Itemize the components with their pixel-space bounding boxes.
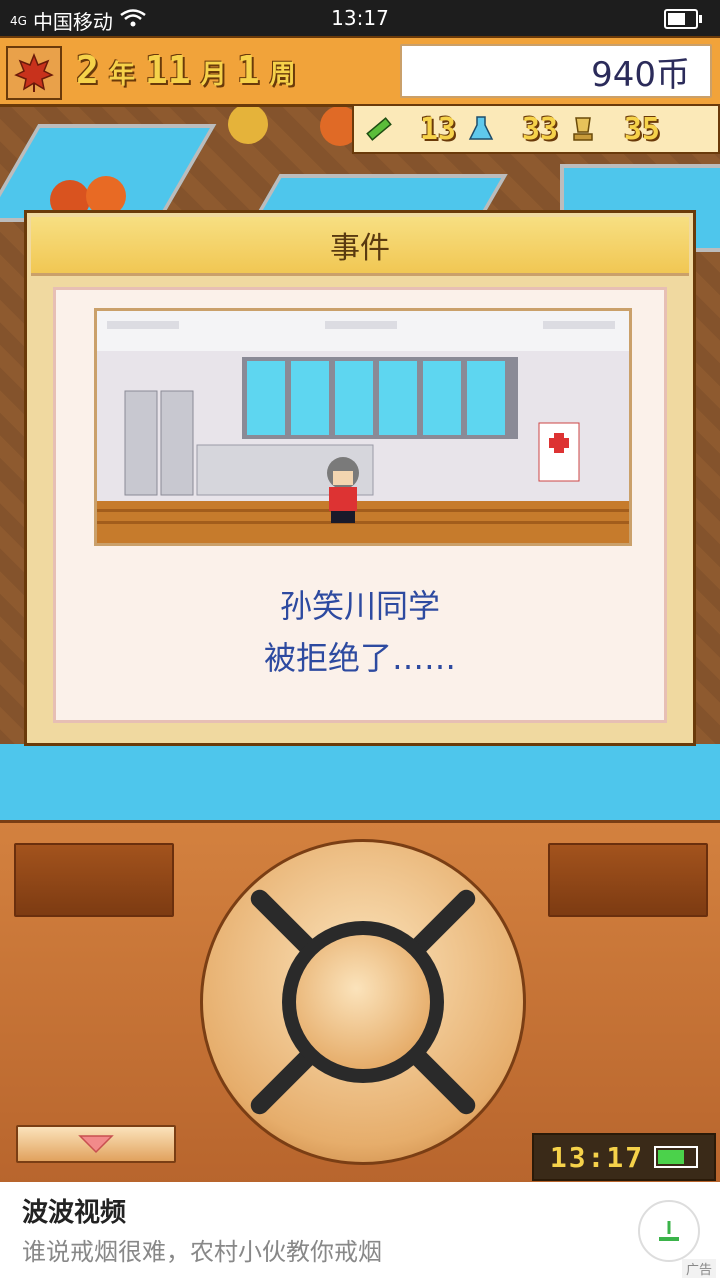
center-button[interactable] bbox=[296, 935, 430, 1069]
stat-study: 13 bbox=[364, 112, 456, 147]
collapse-button[interactable] bbox=[16, 1125, 176, 1163]
event-message-line: 孙笑川同学 bbox=[279, 587, 440, 625]
ad-download-button[interactable] bbox=[638, 1200, 700, 1262]
event-message: 孙笑川同学 被拒绝了…… bbox=[56, 580, 664, 684]
event-dialog[interactable]: 事件 孙笑川同学 被拒绝了…… bbox=[24, 210, 696, 746]
stat-ranking: 35 bbox=[568, 112, 660, 147]
water-edge bbox=[0, 744, 720, 820]
device-clock: 13:17 bbox=[532, 1133, 716, 1181]
download-icon bbox=[659, 1221, 679, 1241]
tree-icon bbox=[228, 104, 268, 144]
flask-icon bbox=[466, 114, 496, 144]
down-arrow-icon bbox=[78, 1135, 114, 1154]
status-time: 13:17 bbox=[331, 6, 389, 30]
stat-value: 35 bbox=[623, 111, 660, 147]
week-unit: 周 bbox=[269, 60, 296, 90]
game-date: 2 年 11 月 1 周 bbox=[76, 48, 296, 92]
event-message-line: 被拒绝了…… bbox=[263, 639, 456, 677]
pencil-icon bbox=[364, 114, 394, 144]
top-bar: 2 年 11 月 1 周 940币 bbox=[0, 36, 720, 107]
clock-time: 13:17 bbox=[549, 1140, 645, 1174]
dialog-title: 事件 bbox=[31, 217, 689, 276]
dialog-panel: 孙笑川同学 被拒绝了…… bbox=[53, 287, 667, 723]
stat-value: 13 bbox=[419, 111, 456, 147]
season-leaf-icon bbox=[6, 46, 62, 100]
year-value: 2 bbox=[76, 48, 99, 92]
stats-bar: 13 33 35 bbox=[352, 104, 720, 154]
stat-value: 33 bbox=[521, 111, 558, 147]
ad-banner[interactable]: 波波视频 谁说戒烟很难，农村小伙教你戒烟 广告 bbox=[0, 1182, 720, 1280]
month-unit: 月 bbox=[200, 60, 227, 90]
ad-title: 波波视频 bbox=[22, 1198, 127, 1228]
stat-science: 33 bbox=[466, 112, 558, 147]
week-value: 1 bbox=[236, 48, 260, 92]
money-display: 940币 bbox=[400, 44, 712, 98]
control-wheel[interactable] bbox=[200, 839, 526, 1165]
controller-panel: 13:17 bbox=[0, 820, 720, 1185]
month-value: 11 bbox=[144, 48, 191, 92]
battery-icon bbox=[654, 1146, 699, 1168]
right-slot-button[interactable] bbox=[548, 843, 708, 917]
year-unit: 年 bbox=[108, 60, 135, 90]
left-slot-button[interactable] bbox=[14, 843, 174, 917]
status-bar: 4G 中国移动 13:17 bbox=[0, 0, 720, 36]
battery-icon bbox=[664, 9, 702, 29]
trophy-icon bbox=[568, 114, 598, 144]
ad-tag: 广告 bbox=[681, 1259, 716, 1278]
ad-description: 谁说戒烟很难，农村小伙教你戒烟 bbox=[22, 1238, 382, 1266]
event-scene-image bbox=[94, 308, 632, 546]
